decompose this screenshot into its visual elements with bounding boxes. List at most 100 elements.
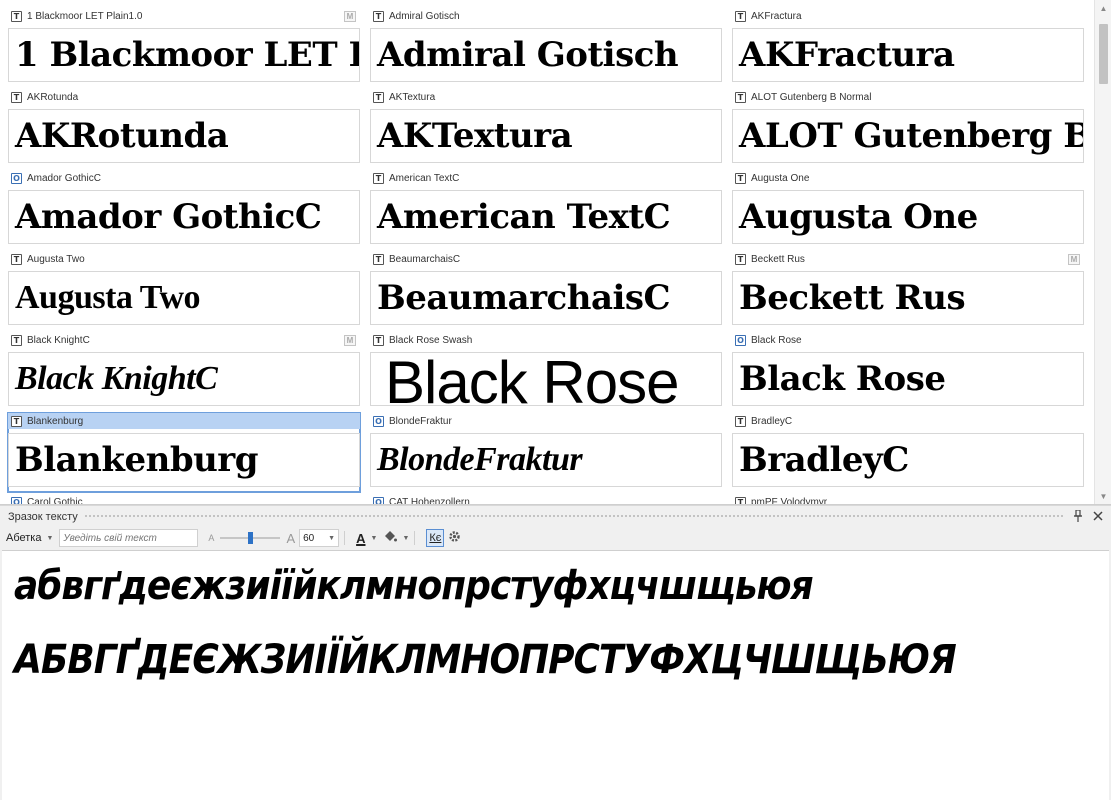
sample-mode-select[interactable]: Абетка ▼ <box>6 532 53 544</box>
font-name: AKRotunda <box>27 91 79 103</box>
font-cell-header: T BradleyC <box>732 413 1084 429</box>
opentype-icon: O <box>11 172 22 184</box>
panel-drag-grip[interactable] <box>83 514 1063 519</box>
text-color-button[interactable]: A ▼ <box>356 529 377 547</box>
scrollbar-thumb[interactable] <box>1099 24 1108 84</box>
sample-mode-label: Абетка <box>6 532 42 544</box>
font-preview-text: Blankenburg <box>15 440 259 480</box>
font-cell[interactable]: TpmPF Volodymyr <box>732 494 1084 504</box>
font-preview-text: BeaumarchaisC <box>377 278 671 318</box>
chevron-down-icon: ▼ <box>328 534 336 542</box>
size-slider-thumb[interactable] <box>247 532 253 544</box>
background-color-button[interactable]: ▼ <box>383 529 409 547</box>
font-name: Beckett Rus <box>751 253 805 265</box>
scroll-down-icon[interactable]: ▼ <box>1095 488 1111 504</box>
font-preview-text: Beckett Rus <box>739 278 966 318</box>
opentype-icon: O <box>735 334 746 346</box>
font-cell[interactable]: O Black Rose Black Rose <box>732 332 1084 411</box>
font-cell[interactable]: T ALOT Gutenberg B Normal ALOT Gutenberg B… <box>732 89 1084 168</box>
font-preview-text: Black KnightC <box>15 360 218 397</box>
font-name: BlondeFraktur <box>389 415 452 427</box>
decrease-size-icon[interactable]: A <box>208 533 214 543</box>
font-cell[interactable]: O BlondeFraktur BlondeFraktur <box>370 413 722 492</box>
font-cell[interactable]: T Black KnightC M Black KnightC <box>8 332 360 411</box>
chevron-down-icon: ▼ <box>46 534 54 542</box>
font-cell[interactable]: O CAT Hohenzollern <box>370 494 722 505</box>
font-cell[interactable]: T AKTextura AKTextura <box>370 89 722 168</box>
font-name: AKTextura <box>389 91 436 103</box>
font-name: American TextC <box>389 172 460 184</box>
size-value: 60 <box>303 532 315 544</box>
paint-bucket-icon <box>383 530 398 546</box>
size-value-select[interactable]: 60 ▼ <box>299 529 340 547</box>
truetype-icon: T <box>373 334 384 346</box>
font-cell[interactable]: T BradleyC BradleyC <box>732 413 1084 492</box>
font-name: BradleyC <box>751 415 793 427</box>
font-cell[interactable]: T American TextC American TextC <box>370 170 722 249</box>
close-icon[interactable] <box>1091 510 1105 524</box>
font-cell[interactable]: O Carol Gothic <box>8 494 360 504</box>
font-grid: T 1 Blackmoor LET Plain1.0 M 1 Blackmoor LE… <box>0 0 1111 505</box>
pin-icon[interactable] <box>1071 508 1085 524</box>
font-preview-box: Augusta Two <box>8 271 360 325</box>
font-preview-box: AKTextura <box>370 109 722 163</box>
panel-titlebar[interactable]: Зразок тексту <box>0 505 1111 527</box>
font-name: ALOT Gutenberg B Normal <box>751 91 872 103</box>
font-preview-box: Black Rose <box>370 352 722 406</box>
font-name: AKFractura <box>751 10 802 22</box>
truetype-icon: T <box>11 10 22 22</box>
font-preview-box: Amador GothicC <box>8 190 360 244</box>
font-cell-header: T BeaumarchaisC <box>370 251 722 267</box>
font-preview-box: Beckett Rus <box>732 271 1084 325</box>
font-cell[interactable]: T AKRotunda AKRotunda <box>8 89 360 168</box>
opentype-icon: O <box>11 496 22 504</box>
font-preview-box: Augusta One <box>732 190 1084 244</box>
chevron-down-icon: ▼ <box>370 534 378 542</box>
font-name: Augusta Two <box>27 253 85 265</box>
font-cell-header: T AKTextura <box>370 89 722 105</box>
font-cell[interactable]: T Black Rose Swash Black Rose <box>370 332 722 411</box>
font-name: Black Rose <box>751 334 802 346</box>
font-cell-header: T Augusta Two <box>8 251 360 267</box>
multilang-icon: M <box>344 11 356 22</box>
font-cell[interactable]: T Admiral Gotisch Admiral Gotisch <box>370 8 722 87</box>
font-cell-header: T American TextC <box>370 170 722 186</box>
font-name: CAT Hohenzollern <box>389 496 470 505</box>
custom-text-input[interactable] <box>59 529 199 547</box>
font-cell[interactable]: T Augusta One Augusta One <box>732 170 1084 249</box>
truetype-icon: T <box>11 334 22 346</box>
font-preview-text: AKRotunda <box>15 116 229 156</box>
font-preview-text: Black Rose <box>385 352 679 406</box>
truetype-icon: T <box>373 172 384 184</box>
font-preview-box: BradleyC <box>732 433 1084 487</box>
font-name: BeaumarchaisC <box>389 253 461 265</box>
gear-icon[interactable] <box>448 530 461 546</box>
scroll-up-icon[interactable]: ▲ <box>1095 0 1111 17</box>
font-preview-text: BlondeFraktur <box>377 441 583 478</box>
font-preview-text: AKTextura <box>377 116 573 156</box>
font-cell[interactable]: T AKFractura AKFractura <box>732 8 1084 87</box>
multilang-icon: M <box>1068 254 1080 265</box>
font-preview-box: Admiral Gotisch <box>370 28 722 82</box>
truetype-icon: T <box>735 415 746 427</box>
size-slider[interactable] <box>220 531 281 545</box>
font-cell-header: O Black Rose <box>732 332 1084 348</box>
font-name: Admiral Gotisch <box>389 10 460 22</box>
grid-scrollbar[interactable]: ▲ ▼ <box>1094 0 1111 504</box>
font-preview-box: Blankenburg <box>8 433 360 487</box>
chevron-down-icon: ▼ <box>402 534 410 542</box>
font-preview-box: Black Rose <box>732 352 1084 406</box>
font-cell[interactable]: T BeaumarchaisC BeaumarchaisC <box>370 251 722 330</box>
font-name: Black Rose Swash <box>389 334 473 346</box>
increase-size-icon[interactable]: A <box>286 531 295 546</box>
font-cell[interactable]: T 1 Blackmoor LET Plain1.0 M 1 Blackmoor LE… <box>8 8 360 87</box>
font-cell[interactable]: O Amador GothicC Amador GothicC <box>8 170 360 249</box>
truetype-icon: T <box>373 10 384 22</box>
font-cell[interactable]: T Augusta Two Augusta Two <box>8 251 360 330</box>
font-preview-box: BeaumarchaisC <box>370 271 722 325</box>
truetype-icon: T <box>11 415 22 427</box>
keyboard-layout-button[interactable]: Кє <box>426 529 445 547</box>
font-preview-text: ALOT Gutenberg B Normal <box>739 116 1083 156</box>
font-cell[interactable]: T Beckett Rus M Beckett Rus <box>732 251 1084 330</box>
font-cell[interactable]: T Blankenburg Blankenburg <box>7 412 361 493</box>
